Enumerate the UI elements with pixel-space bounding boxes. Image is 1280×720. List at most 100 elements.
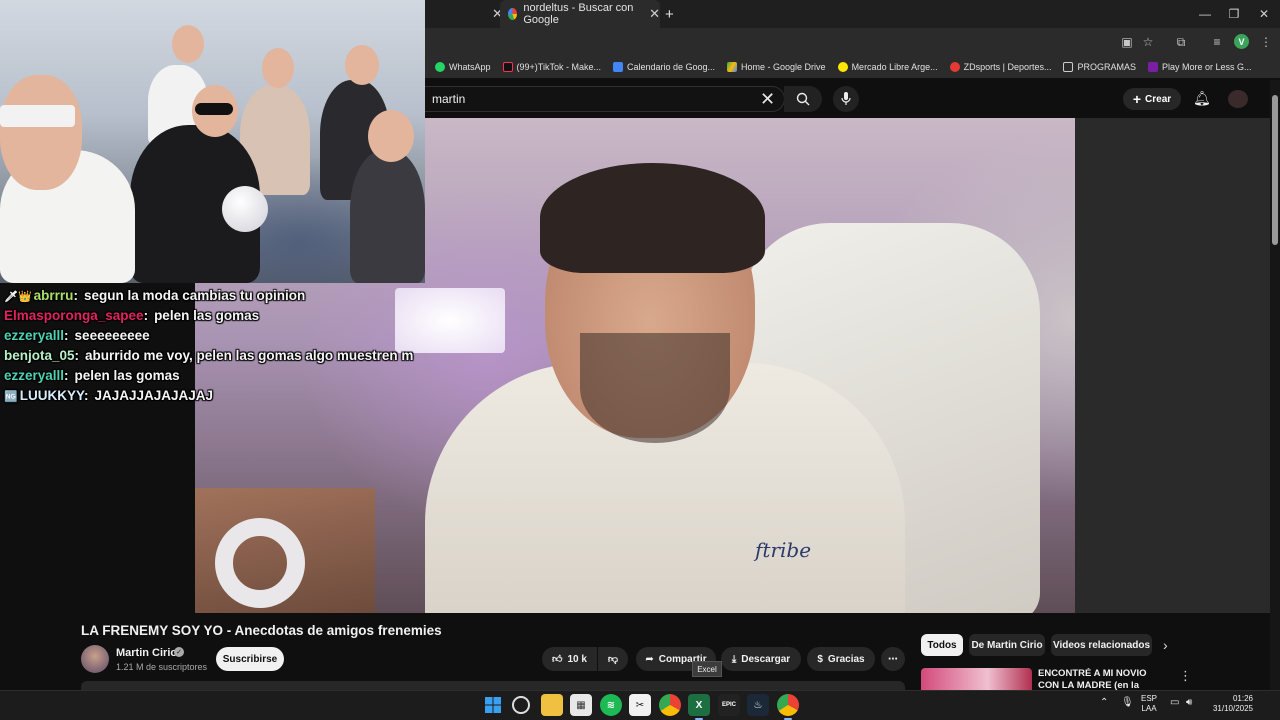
window-close-button[interactable]: ✕: [1248, 0, 1280, 28]
windows-start-icon[interactable]: [482, 694, 504, 716]
chrome-profile-icon[interactable]: [777, 694, 799, 720]
thanks-button[interactable]: $ Gracias: [807, 647, 875, 671]
capcut-icon[interactable]: ✂: [629, 694, 651, 716]
microsoft-store-icon[interactable]: ▦: [570, 694, 592, 716]
extensions-icon[interactable]: ⧉: [1172, 33, 1190, 51]
profile-avatar[interactable]: V: [1234, 34, 1249, 49]
chat-text: JAJAJJAJAJAJAJ: [94, 388, 214, 403]
clear-search-icon[interactable]: ✕: [760, 89, 775, 110]
chevron-right-icon[interactable]: ›: [1163, 637, 1168, 653]
chat-username: abrrru: [33, 288, 74, 303]
close-icon[interactable]: ✕: [649, 6, 660, 22]
scrollbar-thumb[interactable]: [1272, 95, 1278, 245]
webcam-streamer-face: [0, 75, 82, 190]
bookmark-star-icon[interactable]: ☆: [1139, 33, 1157, 51]
reading-list-icon[interactable]: ≡: [1208, 33, 1226, 51]
microphone-tray-icon[interactable]: 🎙︎: [1121, 697, 1134, 708]
video-title: LA FRENEMY SOY YO - Anecdotas de amigos …: [81, 623, 442, 638]
menu-dots-icon[interactable]: ⋮: [1257, 33, 1275, 51]
chat-username: LUUKKYY: [19, 388, 84, 403]
game-icon: [1148, 62, 1158, 72]
bookmark-calendar[interactable]: Calendario de Goog...: [612, 62, 715, 72]
headband: [0, 105, 75, 127]
clock[interactable]: 01:26 31/10/2025: [1207, 694, 1253, 714]
download-button[interactable]: ⤓ Descargar: [721, 647, 801, 671]
file-explorer-icon[interactable]: [541, 694, 563, 716]
new-tab-button[interactable]: +: [665, 0, 674, 28]
verified-check-icon: ✓: [174, 647, 184, 657]
spotify-icon[interactable]: ≋: [600, 694, 622, 716]
webcam-face: [368, 110, 414, 162]
subscribe-button[interactable]: Suscribirse: [216, 647, 284, 671]
bookmark-zdsports[interactable]: ZDsports | Deportes...: [949, 62, 1051, 72]
description-box[interactable]: [81, 681, 905, 690]
network-icon[interactable]: ▭: [1170, 697, 1179, 708]
notifications-bell-icon[interactable]: 🔔︎: [1193, 90, 1211, 107]
chat-username: ezzeryalll: [4, 328, 65, 343]
chip-from-channel[interactable]: De Martin Cirio: [969, 634, 1045, 656]
chat-message: Elmasporonga_sapee: pelen las gomas: [4, 308, 260, 323]
language-indicator[interactable]: ESP LAA: [1141, 694, 1157, 714]
show-hidden-icons-chevron[interactable]: ⌃: [1100, 697, 1108, 708]
video-person-beard: [580, 333, 730, 443]
volume-icon[interactable]: 🔊︎: [1186, 697, 1192, 708]
recommended-video-thumbnail[interactable]: [921, 668, 1032, 690]
search-icon: [796, 92, 810, 106]
chat-username: Elmasporonga_sapee: [4, 308, 144, 323]
epic-games-icon[interactable]: EPIC: [718, 694, 740, 716]
channel-avatar[interactable]: [81, 645, 109, 673]
webcam-face: [345, 45, 379, 85]
chat-username: benjota_05: [4, 348, 75, 363]
task-view-icon[interactable]: [512, 696, 530, 714]
excel-icon[interactable]: X: [688, 694, 710, 720]
cast-icon[interactable]: ▣: [1118, 33, 1136, 51]
microphone-icon: [841, 92, 851, 105]
bookmark-mercadolibre[interactable]: Mercado Libre Arge...: [837, 62, 938, 72]
create-button[interactable]: + Crear: [1123, 88, 1181, 110]
bookmark-drive[interactable]: Home - Google Drive: [727, 62, 826, 72]
like-count: 10 k: [567, 653, 587, 665]
tab-google-search[interactable]: nordeltus - Buscar con Google ✕: [500, 0, 660, 28]
recommended-video-menu-icon[interactable]: ⋮: [1179, 668, 1192, 684]
bookmark-folder-programas[interactable]: PROGRAMAS: [1063, 62, 1136, 72]
microphone-icon: [222, 186, 268, 232]
chip-related-videos[interactable]: Videos relacionados: [1051, 634, 1152, 656]
folder-icon: [1063, 62, 1074, 72]
tab-title: nordeltus - Buscar con Google: [523, 2, 634, 26]
chrome-icon[interactable]: [659, 694, 681, 716]
search-button[interactable]: [784, 86, 822, 112]
download-icon: ⤓: [731, 653, 737, 665]
bookmark-whatsapp[interactable]: WhatsApp: [435, 62, 491, 72]
minimize-button[interactable]: —: [1189, 0, 1221, 28]
share-arrow-icon: ➦: [645, 653, 654, 665]
zdsports-icon: [949, 62, 960, 72]
chip-all[interactable]: Todos: [921, 634, 963, 656]
recommended-video-title[interactable]: ENCONTRÉ A MI NOVIO CON LA MADRE (en la …: [1038, 668, 1166, 690]
chat-message: benjota_05: aburrido me voy, pelen las go…: [4, 348, 414, 363]
subscriber-count: 1.21 M de suscriptores: [116, 662, 208, 672]
calendar-icon: [612, 62, 623, 72]
chat-text: aburrido me voy, pelen las gomas algo mu…: [85, 348, 414, 363]
webcam-face: [262, 48, 294, 88]
thumbs-up-icon: 👍︎: [552, 654, 563, 665]
maximize-button[interactable]: ❐: [1218, 0, 1250, 28]
channel-name[interactable]: Martin Cirio: [116, 647, 177, 659]
bookmark-play-more-or-less[interactable]: Play More or Less G...: [1148, 62, 1252, 72]
voice-search-button[interactable]: [833, 86, 859, 112]
steam-icon[interactable]: ♨: [747, 694, 769, 716]
stream-chat-overlay: 🗡👑 abrrru: segun la moda cambias tu opinio…: [0, 283, 425, 408]
shirt-logo: ftribe: [755, 538, 812, 562]
more-actions-button[interactable]: ⋯: [881, 647, 905, 671]
mercadolibre-icon: [837, 62, 848, 72]
youtube-account-avatar[interactable]: [1228, 90, 1248, 108]
chat-message: ezzeryalll: pelen las gomas: [4, 368, 180, 383]
dislike-button[interactable]: 👎︎: [598, 647, 628, 671]
chat-badge-icon: 🆖: [4, 391, 18, 403]
sunglasses: [195, 103, 233, 115]
chat-text: seeeeeeeee: [74, 328, 150, 343]
like-button[interactable]: 👍︎ 10 k: [542, 647, 597, 671]
bookmark-tiktok[interactable]: (99+)TikTok - Make...: [502, 62, 601, 72]
drive-icon: [727, 62, 738, 72]
search-query-text[interactable]: martin: [432, 92, 465, 106]
search-input[interactable]: [425, 86, 785, 112]
